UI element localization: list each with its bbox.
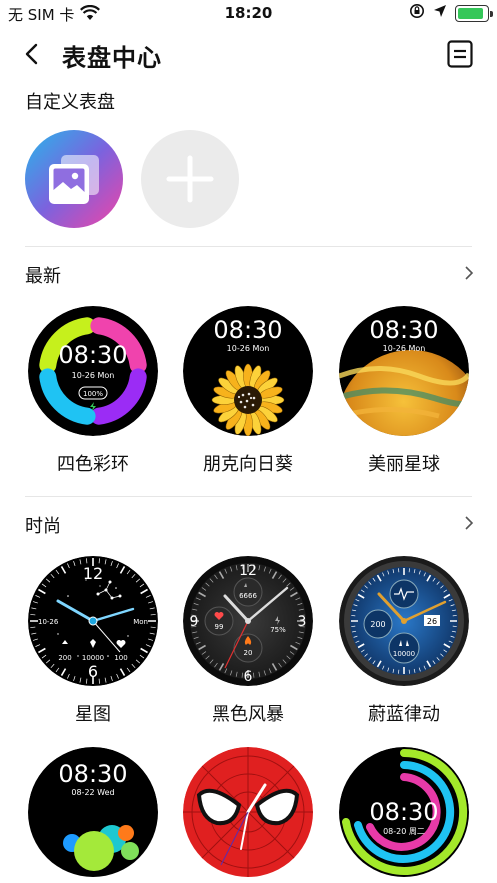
face-label: 星图 [75, 704, 111, 725]
face-date: 10-26 [38, 618, 59, 626]
watch-face-beautiful-planet[interactable]: 08:30 10-26 Mon [339, 306, 469, 436]
photo-gallery-icon [49, 155, 99, 204]
face-hour-6: 6 [88, 662, 98, 681]
chevron-right-icon [465, 516, 474, 530]
status-bar: 无 SIM 卡 18:20 [0, 0, 497, 26]
face-label: 蔚蓝律动 [368, 704, 440, 725]
watch-face-four-color-ring[interactable]: 08:30 10-26 Mon 100% [28, 306, 158, 436]
face-value: 200 [370, 620, 385, 629]
rotation-lock-icon [409, 3, 425, 23]
back-button[interactable] [18, 40, 46, 68]
face-date: 10-26 Mon [72, 371, 115, 380]
face-label: 四色彩环 [57, 454, 129, 475]
divider [25, 496, 472, 497]
face-hour-6: 6 [244, 669, 253, 685]
face-stat: 100 [114, 654, 127, 662]
face-date: 08-20 周二 [383, 827, 425, 836]
face-steps: 10000 [393, 650, 415, 658]
divider [25, 246, 472, 247]
watch-face-azure-rhythm[interactable]: 200 26 10000 [339, 556, 469, 686]
face-date: 10-26 Mon [227, 344, 270, 353]
section-title-custom: 自定义表盘 [25, 92, 115, 113]
face-date-number: 26 [427, 617, 437, 626]
fashion-more-button[interactable] [463, 515, 475, 531]
face-time: 08:30 [213, 316, 282, 344]
face-hour-12: 12 [239, 563, 257, 579]
face-time: 08:30 [58, 341, 127, 369]
face-time: 08:30 [369, 316, 438, 344]
add-custom-face-button[interactable] [141, 130, 239, 228]
face-stat: 10000 [82, 654, 104, 662]
face-battery: 75% [270, 626, 286, 634]
section-title-latest: 最新 [25, 266, 61, 287]
list-icon [447, 40, 473, 68]
plus-icon [166, 155, 214, 203]
face-hour-9: 9 [190, 614, 199, 630]
face-label: 美丽星球 [368, 454, 440, 475]
face-date: 10-26 Mon [383, 344, 426, 353]
face-date: 08-22 Wed [71, 788, 114, 797]
menu-button[interactable] [447, 40, 473, 68]
watch-face-spider[interactable] [183, 747, 313, 883]
face-calorie: 20 [244, 649, 253, 657]
face-hour-12: 12 [83, 564, 103, 583]
face-hour-3: 3 [298, 614, 307, 630]
watch-face-punk-sunflower[interactable]: 08:30 10-26 Mon [183, 306, 313, 436]
watch-face-black-storm[interactable]: 12 3 6 9 6666 99 20 75% [183, 556, 313, 686]
face-stat: 200 [58, 654, 71, 662]
face-day: Mon [133, 618, 148, 626]
face-label: 黑色风暴 [212, 704, 284, 725]
location-icon [433, 4, 447, 22]
watch-face-bubbles[interactable]: 08:30 08-22 Wed [28, 747, 158, 883]
latest-more-button[interactable] [463, 265, 475, 281]
face-percent: 100% [83, 390, 103, 398]
face-steps: 6666 [239, 592, 257, 600]
nav-bar: 表盘中心 [0, 36, 497, 72]
face-time: 08:30 [369, 798, 438, 826]
watch-face-star-map[interactable]: 12 6 10-26 Mon 200 10000 100 [28, 556, 158, 686]
face-time: 08:30 [58, 760, 127, 788]
section-title-fashion: 时尚 [25, 516, 61, 537]
chevron-left-icon [25, 43, 38, 65]
page-title: 表盘中心 [62, 44, 162, 72]
custom-photo-button[interactable] [25, 130, 123, 228]
watch-face-activity-rings[interactable]: 08:30 08-20 周二 [339, 747, 469, 883]
face-heart: 99 [215, 623, 224, 631]
battery-icon [455, 4, 493, 22]
face-label: 朋克向日葵 [203, 454, 293, 475]
chevron-right-icon [465, 266, 474, 280]
